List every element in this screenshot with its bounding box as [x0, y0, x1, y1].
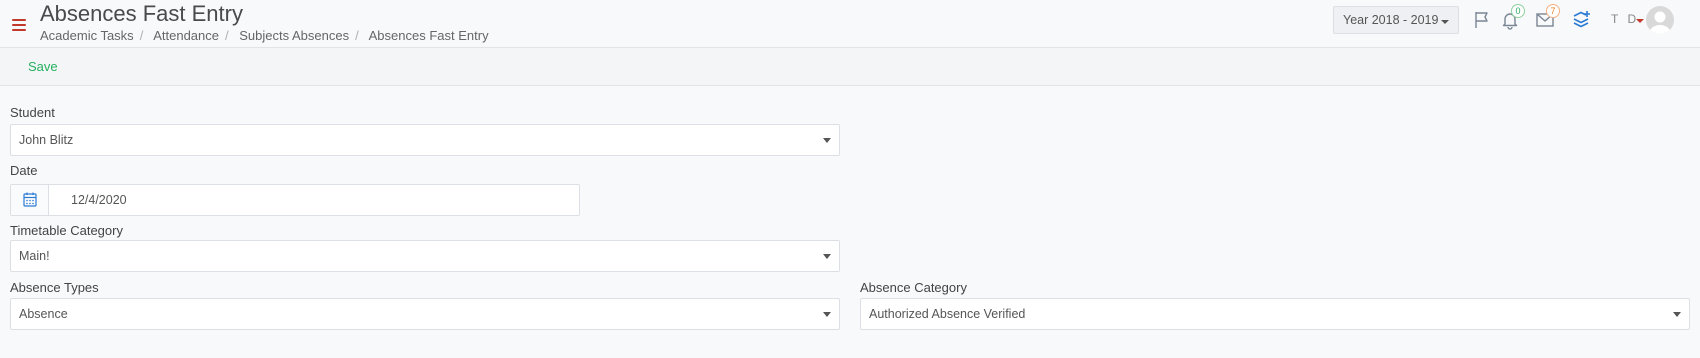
top-header: Absences Fast Entry Academic Tasks / Atte…	[0, 0, 1700, 48]
timetable-category-label: Timetable Category	[10, 223, 123, 238]
notifications-badge: 0	[1511, 4, 1525, 18]
student-select[interactable]: John Blitz	[10, 124, 840, 156]
page-title: Absences Fast Entry	[40, 1, 243, 26]
calendar-icon[interactable]	[11, 185, 49, 215]
chevron-down-icon	[823, 254, 831, 259]
timetable-category-select[interactable]: Main!	[10, 240, 840, 272]
chevron-down-icon	[1636, 19, 1644, 23]
year-select[interactable]: Year 2018 - 2019	[1333, 6, 1459, 34]
chevron-down-icon	[823, 312, 831, 317]
menu-icon[interactable]	[12, 19, 26, 31]
breadcrumb-current: Absences Fast Entry	[368, 28, 489, 43]
chevron-down-icon	[1673, 312, 1681, 317]
flag-icon[interactable]	[1472, 10, 1492, 30]
messages-badge: 7	[1546, 4, 1560, 18]
absence-category-value: Authorized Absence Verified	[869, 307, 1026, 321]
student-label: Student	[10, 105, 55, 120]
chevron-down-icon	[823, 138, 831, 143]
layers-add-icon[interactable]	[1572, 10, 1592, 30]
absence-types-select[interactable]: Absence	[10, 298, 840, 330]
absence-category-select[interactable]: Authorized Absence Verified	[860, 298, 1690, 330]
save-button[interactable]: Save	[28, 59, 58, 74]
student-select-value: John Blitz	[19, 133, 74, 147]
year-select-value: Year 2018 - 2019	[1343, 13, 1439, 27]
breadcrumb-subjects-absences[interactable]: Subjects Absences	[239, 28, 349, 43]
chevron-down-icon	[1441, 20, 1449, 24]
date-input[interactable]	[49, 185, 579, 215]
absence-types-label: Absence Types	[10, 280, 99, 295]
absence-types-value: Absence	[19, 307, 68, 321]
breadcrumb-academic-tasks[interactable]: Academic Tasks	[40, 28, 134, 43]
date-field	[10, 184, 580, 216]
timetable-category-value: Main!	[19, 249, 50, 263]
breadcrumb-attendance[interactable]: Attendance	[153, 28, 219, 43]
user-initials[interactable]: T D	[1611, 12, 1639, 26]
action-toolbar: Save	[0, 48, 1700, 86]
breadcrumb: Academic Tasks / Attendance / Subjects Abs…	[40, 28, 489, 43]
absence-category-label: Absence Category	[860, 280, 967, 295]
avatar[interactable]	[1646, 6, 1674, 34]
date-label: Date	[10, 163, 38, 178]
